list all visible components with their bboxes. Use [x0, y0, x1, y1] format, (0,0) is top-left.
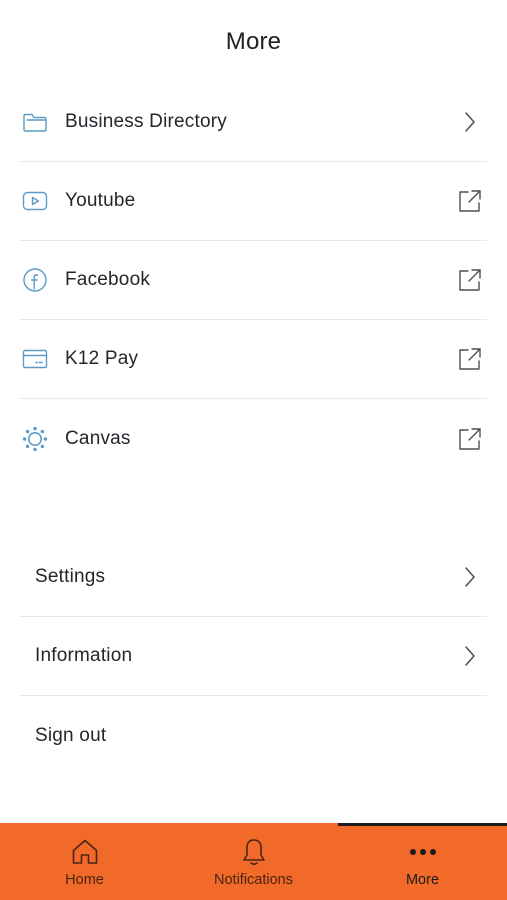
tab-label: More	[405, 872, 440, 888]
external-link-icon	[455, 424, 485, 454]
external-link-icon	[455, 265, 485, 295]
tab-home[interactable]: Home	[0, 823, 169, 900]
external-link-icon	[455, 186, 485, 216]
chevron-right-icon	[455, 641, 485, 671]
settings-list: Settings Information Sign out	[20, 538, 487, 775]
tab-label: Home	[65, 872, 104, 888]
tab-more[interactable]: More	[338, 823, 507, 900]
credit-card-icon	[21, 345, 49, 373]
external-link-icon	[455, 344, 485, 374]
chevron-right-icon	[455, 562, 485, 592]
tab-label: Notifications	[214, 872, 293, 888]
more-dots-icon	[407, 836, 439, 868]
link-label: Youtube	[65, 190, 136, 211]
header: More	[0, 0, 507, 84]
link-youtube[interactable]: Youtube	[20, 162, 487, 241]
facebook-icon	[21, 266, 49, 294]
youtube-icon	[21, 187, 49, 215]
chevron-right-icon	[455, 107, 485, 137]
link-label: Canvas	[65, 427, 131, 449]
link-k12-pay[interactable]: K12 Pay	[20, 320, 487, 399]
page-title: More	[225, 28, 282, 55]
canvas-icon	[21, 425, 49, 453]
tab-notifications[interactable]: Notifications	[169, 823, 338, 900]
link-business-directory[interactable]: Business Directory	[20, 83, 487, 162]
settings-label: Settings	[35, 566, 106, 587]
link-canvas[interactable]: Canvas	[20, 399, 487, 478]
settings-item-settings[interactable]: Settings	[20, 538, 487, 617]
bell-icon	[238, 836, 270, 868]
settings-item-information[interactable]: Information	[20, 617, 487, 696]
bottom-tab-bar: Home Notifications More	[0, 823, 507, 900]
home-icon	[69, 836, 101, 868]
link-label: Facebook	[65, 269, 151, 290]
link-facebook[interactable]: Facebook	[20, 241, 487, 320]
links-list: Business Directory Youtube Facebook K12 …	[20, 83, 487, 478]
link-label: K12 Pay	[65, 348, 139, 369]
link-label: Business Directory	[65, 111, 227, 132]
settings-label: Sign out	[35, 724, 107, 746]
folder-icon	[21, 108, 49, 136]
settings-label: Information	[35, 645, 133, 666]
sign-out-button[interactable]: Sign out	[20, 696, 487, 775]
